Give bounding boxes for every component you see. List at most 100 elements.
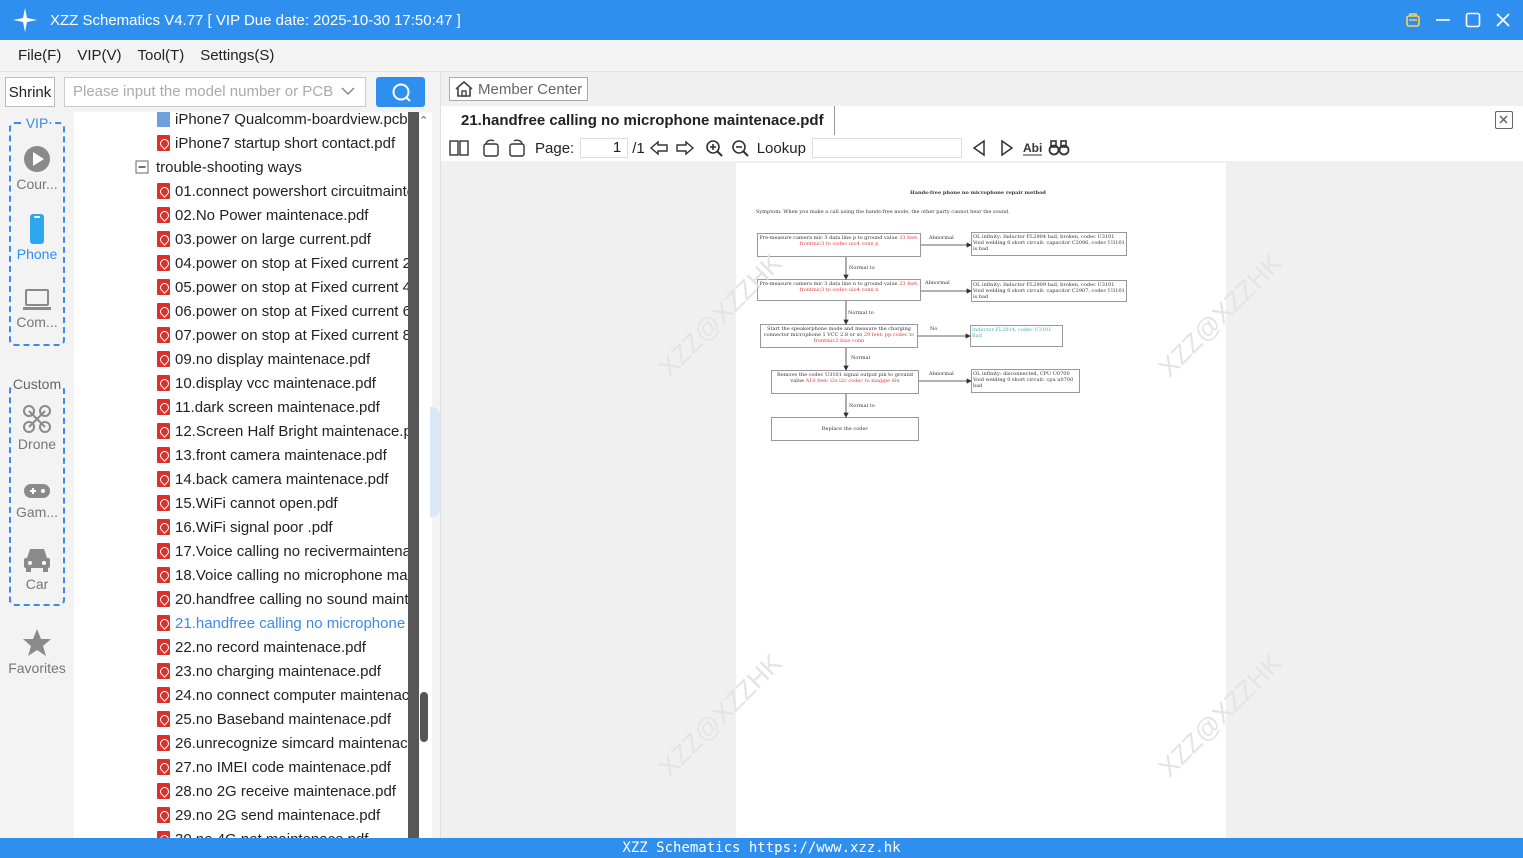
- shrink-button[interactable]: Shrink: [5, 77, 55, 107]
- nav-phone[interactable]: Phone: [0, 214, 74, 262]
- nav-label: Drone: [17, 436, 57, 452]
- tree-file-label: 21.handfree calling no microphone mainte…: [175, 614, 408, 632]
- rotate-left-icon[interactable]: [481, 139, 501, 157]
- star-icon: [23, 629, 51, 656]
- tree-file-item[interactable]: 13.front camera maintenace.pdf: [157, 443, 387, 467]
- tree-file-label: 28.no 2G receive maintenace.pdf: [175, 782, 396, 800]
- pdf-file-icon: [157, 399, 170, 415]
- minimize-icon[interactable]: [1435, 12, 1451, 28]
- zoom-in-icon[interactable]: [705, 139, 725, 157]
- search-input[interactable]: Please input the model number or PCB: [64, 77, 366, 107]
- tree-file-item[interactable]: 12.Screen Half Bright maintenace.pdf: [157, 419, 408, 443]
- branch-label: No: [930, 326, 938, 332]
- tree-file-item[interactable]: 07.power on stop at Fixed current 8: [157, 323, 408, 347]
- collapse-handle[interactable]: [430, 407, 440, 517]
- nav-courses[interactable]: Cour...: [0, 144, 74, 192]
- collapse-icon[interactable]: [135, 160, 149, 174]
- tree-file-item[interactable]: 11.dark screen maintenace.pdf: [157, 395, 380, 419]
- tree-file-item[interactable]: 26.unrecognize simcard maintenace.pdf: [157, 731, 408, 755]
- custom-group-label: Custom: [11, 376, 63, 392]
- tree-file-label: 02.No Power maintenace.pdf: [175, 206, 369, 224]
- scrollbar-thumb[interactable]: [420, 692, 428, 742]
- nav-favorites[interactable]: Favorites: [0, 628, 74, 676]
- nav-label: Favorites: [8, 660, 66, 676]
- tree-file-label: 04.power on stop at Fixed current 2: [175, 254, 408, 272]
- home-icon: [455, 80, 473, 97]
- tree-file-item[interactable]: 23.no charging maintenace.pdf: [157, 659, 381, 683]
- menu-settings[interactable]: Settings(S): [200, 47, 274, 64]
- status-bar: XZZ Schematics https://www.xzz.hk: [0, 838, 1523, 858]
- document-canvas[interactable]: Hands-free phone no microphone repair me…: [441, 161, 1523, 843]
- tree-file-item[interactable]: 30.no 4G net maintenace.pdf: [157, 827, 368, 838]
- tree-file-label: 09.no display maintenace.pdf: [175, 350, 371, 368]
- tree-file-item[interactable]: 22.no record maintenace.pdf: [157, 635, 366, 659]
- tree-file-item[interactable]: 29.no 2G send maintenace.pdf: [157, 803, 380, 827]
- tree-file-item[interactable]: 17.Voice calling no recivermaintenace.pd…: [157, 539, 408, 563]
- zoom-out-icon[interactable]: [731, 139, 751, 157]
- member-center-button[interactable]: Member Center: [449, 77, 588, 101]
- find-prev-icon[interactable]: [970, 139, 990, 157]
- tree-scrollbar[interactable]: ⌃: [408, 112, 432, 838]
- tree-file-item[interactable]: 02.No Power maintenace.pdf: [157, 203, 368, 227]
- tree-folder-troubleshooting[interactable]: trouble-shooting ways: [135, 155, 302, 179]
- tree-file-item[interactable]: 25.no Baseband maintenace.pdf: [157, 707, 391, 731]
- tree-folder-label: trouble-shooting ways: [156, 158, 302, 176]
- tree-file-item[interactable]: 21.handfree calling no microphone mainte…: [157, 611, 408, 635]
- find-all-icon[interactable]: [1048, 139, 1070, 157]
- tree-item-boardview[interactable]: iPhone7 Qualcomm-boardview.pcb: [157, 112, 408, 131]
- tree-file-item[interactable]: 15.WiFi cannot open.pdf: [157, 491, 338, 515]
- nav-car[interactable]: Car: [0, 546, 74, 592]
- page-input[interactable]: 1: [580, 138, 629, 158]
- prev-page-icon[interactable]: [649, 139, 669, 157]
- vip-bag-icon[interactable]: [1405, 12, 1421, 28]
- nav-computer[interactable]: Com...: [0, 288, 74, 330]
- maximize-icon[interactable]: [1465, 12, 1481, 28]
- svg-text:Abi: Abi: [1023, 141, 1042, 155]
- tree-file-item[interactable]: 09.no display maintenace.pdf: [157, 347, 370, 371]
- tree-file-item[interactable]: 05.power on stop at Fixed current 4: [157, 275, 408, 299]
- scroll-up-icon[interactable]: ⌃: [419, 114, 428, 127]
- tree-file-label: 01.connect powershort circuitmaintenace.…: [175, 182, 408, 200]
- tree-file-item[interactable]: 01.connect powershort circuitmaintenace.…: [157, 179, 408, 203]
- tree-file-label: 27.no IMEI code maintenace.pdf: [175, 758, 391, 776]
- tree-file-item[interactable]: 10.display vcc maintenace.pdf: [157, 371, 376, 395]
- next-page-icon[interactable]: [675, 139, 695, 157]
- branch-label: Abnormal: [929, 235, 954, 241]
- two-page-icon[interactable]: [449, 139, 469, 157]
- search-button[interactable]: [376, 77, 425, 107]
- tree-file-item[interactable]: 14.back camera maintenace.pdf: [157, 467, 388, 491]
- tree-file-item[interactable]: 16.WiFi signal poor .pdf: [157, 515, 333, 539]
- tree-file-label: 10.display vcc maintenace.pdf: [175, 374, 376, 392]
- phone-icon: [30, 214, 44, 244]
- document-tab[interactable]: 21.handfree calling no microphone mainte…: [451, 106, 835, 135]
- pane-splitter[interactable]: [430, 72, 441, 838]
- menu-file[interactable]: File(F): [18, 47, 61, 64]
- tree-file-label: 25.no Baseband maintenace.pdf: [175, 710, 391, 728]
- rotate-right-icon[interactable]: [507, 139, 527, 157]
- flow-label: Normal: [851, 355, 871, 361]
- tree-file-item[interactable]: 06.power on stop at Fixed current 6: [157, 299, 408, 323]
- close-icon[interactable]: [1495, 12, 1511, 28]
- scrollbar-track: [408, 112, 419, 838]
- tree-file-item[interactable]: 24.no connect computer maintenace.pdf: [157, 683, 408, 707]
- tree-item-startup-short[interactable]: iPhone7 startup short contact.pdf: [157, 131, 395, 155]
- match-case-icon[interactable]: Abi: [1022, 139, 1042, 157]
- tree-file-item[interactable]: 28.no 2G receive maintenace.pdf: [157, 779, 396, 803]
- nav-drone[interactable]: Drone: [0, 404, 74, 452]
- tree-file-label: 15.WiFi cannot open.pdf: [175, 494, 338, 512]
- nav-games[interactable]: Gam...: [0, 480, 74, 520]
- chevron-down-icon[interactable]: [341, 86, 355, 96]
- tree-file-item[interactable]: 27.no IMEI code maintenace.pdf: [157, 755, 391, 779]
- menu-vip[interactable]: VIP(V): [77, 47, 121, 64]
- close-tab-icon[interactable]: [1495, 111, 1513, 129]
- tree-file-item[interactable]: 20.handfree calling no sound maintenace.…: [157, 587, 408, 611]
- search-row: Shrink Please input the model number or …: [0, 72, 440, 112]
- tree-file-item[interactable]: 03.power on large current.pdf: [157, 227, 371, 251]
- find-next-icon[interactable]: [996, 139, 1016, 157]
- pdf-file-icon: [157, 759, 170, 775]
- tree-file-item[interactable]: 04.power on stop at Fixed current 2: [157, 251, 408, 275]
- lookup-input[interactable]: [811, 138, 962, 158]
- tree-file-item[interactable]: 18.Voice calling no microphone maintenac…: [157, 563, 408, 587]
- tree-file-label: 12.Screen Half Bright maintenace.pdf: [175, 422, 408, 440]
- menu-tool[interactable]: Tool(T): [138, 47, 185, 64]
